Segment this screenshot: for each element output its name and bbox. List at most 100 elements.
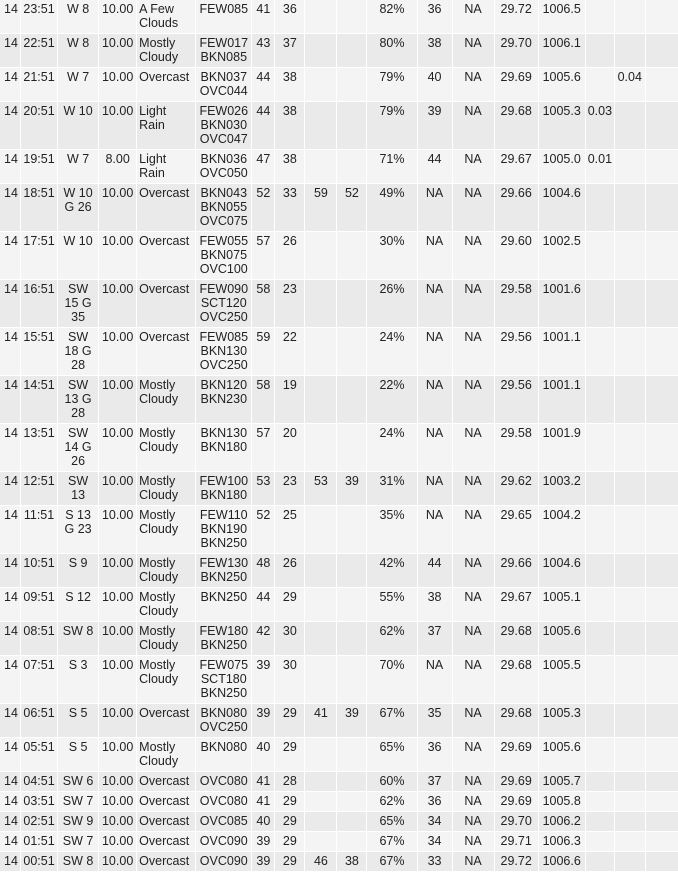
cell-date: 14: [0, 792, 21, 811]
cell-precip-1hr: [585, 68, 614, 101]
cell-wind-chill: 37: [417, 622, 452, 655]
cell-wind-chill: NA: [417, 184, 452, 231]
cell-visibility: 10.00: [99, 472, 137, 505]
cell-altimeter: 29.68: [494, 102, 538, 149]
cell-precip-3hr: [614, 588, 645, 621]
cell-precip-1hr: [585, 554, 614, 587]
cell-date: 14: [0, 280, 21, 327]
cell-temperature: 40: [252, 738, 275, 771]
cell-sea-level-pressure: 1005.3: [538, 102, 585, 149]
cell-altimeter: 29.56: [494, 376, 538, 423]
cell-visibility: 10.00: [99, 792, 137, 811]
cell-wind: S 9: [58, 554, 99, 587]
cell-altimeter: 29.71: [494, 832, 538, 851]
cell-max-6hr: [305, 622, 337, 655]
table-row: 14 14:51 SW 13 G 28 10.00 Mostly Cloudy BKN12…: [0, 376, 678, 423]
cell-weather: Mostly Cloudy: [137, 656, 196, 703]
cell-weather: A Few Clouds: [137, 0, 196, 33]
cell-precip-6hr: [645, 554, 678, 587]
cell-sky-conditions: BKN043 BKN055 OVC075: [196, 184, 252, 231]
cell-heat-index: NA: [452, 622, 494, 655]
cell-temperature: 44: [252, 588, 275, 621]
cell-date: 14: [0, 376, 21, 423]
cell-sky-conditions: FEW085 BKN130 OVC250: [196, 328, 252, 375]
cell-wind-chill: 36: [417, 792, 452, 811]
cell-max-6hr: [305, 0, 337, 33]
cell-heat-index: NA: [452, 792, 494, 811]
table-row: 14 06:51 S 5 10.00 Overcast BKN080 OVC250 39 29…: [0, 704, 678, 737]
cell-sky-conditions: OVC085: [196, 812, 252, 831]
cell-min-6hr: [337, 656, 367, 703]
cell-date: 14: [0, 34, 21, 67]
cell-temperature: 39: [252, 852, 275, 871]
cell-precip-6hr: [645, 34, 678, 67]
cell-wind-chill: 37: [417, 772, 452, 791]
cell-precip-1hr: [585, 328, 614, 375]
cell-relative-humidity: 80%: [367, 34, 417, 67]
cell-sea-level-pressure: 1006.6: [538, 852, 585, 871]
cell-precip-6hr: [645, 232, 678, 279]
cell-wind: W 7: [58, 150, 99, 183]
cell-time: 12:51: [21, 472, 58, 505]
cell-relative-humidity: 67%: [367, 832, 417, 851]
cell-temperature: 48: [252, 554, 275, 587]
cell-sea-level-pressure: 1005.6: [538, 622, 585, 655]
cell-time: 13:51: [21, 424, 58, 471]
cell-max-6hr: 46: [305, 852, 337, 871]
cell-dewpoint: 29: [275, 738, 305, 771]
cell-temperature: 53: [252, 472, 275, 505]
table-row: 14 23:51 W 8 10.00 A Few Clouds FEW085 41 36 82%…: [0, 0, 678, 33]
cell-precip-1hr: [585, 812, 614, 831]
table-row: 14 10:51 S 9 10.00 Mostly Cloudy FEW130 BKN25…: [0, 554, 678, 587]
cell-wind-chill: NA: [417, 376, 452, 423]
cell-precip-6hr: [645, 704, 678, 737]
cell-max-6hr: [305, 424, 337, 471]
cell-precip-3hr: [614, 772, 645, 791]
cell-precip-6hr: [645, 150, 678, 183]
cell-dewpoint: 22: [275, 328, 305, 375]
cell-altimeter: 29.69: [494, 738, 538, 771]
cell-sea-level-pressure: 1005.5: [538, 656, 585, 703]
cell-wind: SW 8: [58, 622, 99, 655]
cell-wind: SW 15 G 35: [58, 280, 99, 327]
cell-weather: Overcast: [137, 328, 196, 375]
cell-altimeter: 29.69: [494, 68, 538, 101]
cell-time: 04:51: [21, 772, 58, 791]
cell-precip-6hr: [645, 852, 678, 871]
cell-precip-6hr: [645, 656, 678, 703]
table-row: 14 03:51 SW 7 10.00 Overcast OVC080 41 29 62% 36 N…: [0, 792, 678, 811]
cell-heat-index: NA: [452, 232, 494, 279]
table-row: 14 15:51 SW 18 G 28 10.00 Overcast FEW085 BKN…: [0, 328, 678, 375]
cell-date: 14: [0, 472, 21, 505]
cell-date: 14: [0, 588, 21, 621]
cell-sky-conditions: OVC080: [196, 772, 252, 791]
table-row: 14 22:51 W 8 10.00 Mostly Cloudy FEW017 BKN08…: [0, 34, 678, 67]
cell-temperature: 44: [252, 102, 275, 149]
cell-dewpoint: 19: [275, 376, 305, 423]
cell-wind-chill: NA: [417, 472, 452, 505]
cell-max-6hr: 53: [305, 472, 337, 505]
cell-precip-6hr: [645, 376, 678, 423]
cell-temperature: 39: [252, 832, 275, 851]
weather-observations-table: 14 23:51 W 8 10.00 A Few Clouds FEW085 41 36 82%…: [0, 0, 678, 872]
cell-dewpoint: 29: [275, 588, 305, 621]
cell-relative-humidity: 42%: [367, 554, 417, 587]
table-row: 14 09:51 S 12 10.00 Mostly Cloudy BKN250 44 29 5…: [0, 588, 678, 621]
cell-precip-6hr: [645, 0, 678, 33]
cell-wind: SW 14 G 26: [58, 424, 99, 471]
cell-max-6hr: [305, 554, 337, 587]
cell-sky-conditions: FEW110 BKN190 BKN250: [196, 506, 252, 553]
cell-min-6hr: [337, 812, 367, 831]
cell-relative-humidity: 35%: [367, 506, 417, 553]
cell-visibility: 10.00: [99, 68, 137, 101]
cell-weather: Light Rain: [137, 102, 196, 149]
cell-relative-humidity: 55%: [367, 588, 417, 621]
cell-wind-chill: NA: [417, 232, 452, 279]
cell-altimeter: 29.67: [494, 150, 538, 183]
table-row: 14 07:51 S 3 10.00 Mostly Cloudy FEW075 SCT18…: [0, 656, 678, 703]
cell-relative-humidity: 26%: [367, 280, 417, 327]
cell-max-6hr: [305, 656, 337, 703]
cell-weather: Mostly Cloudy: [137, 376, 196, 423]
cell-date: 14: [0, 424, 21, 471]
cell-visibility: 10.00: [99, 588, 137, 621]
